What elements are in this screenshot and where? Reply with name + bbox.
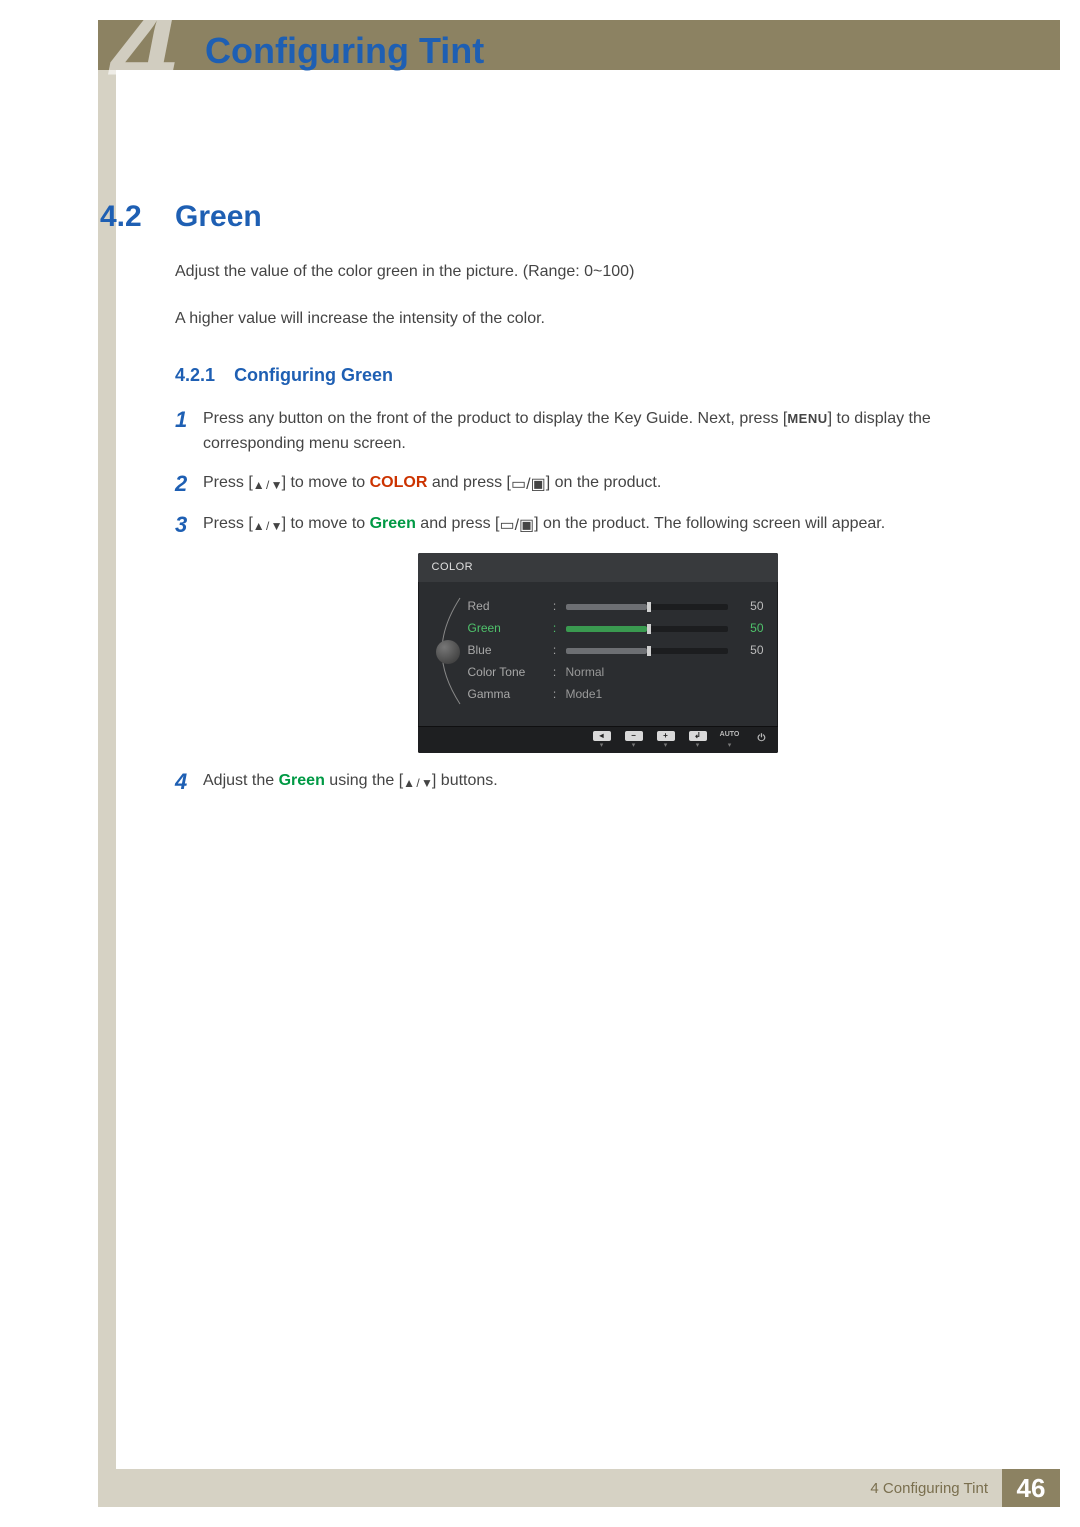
subsection-title: Configuring Green: [234, 365, 393, 385]
osd-plus-icon: +▾: [650, 727, 682, 753]
step-1: 1 Press any button on the front of the p…: [175, 407, 1020, 457]
osd-row-red: Red : 50: [468, 596, 764, 618]
up-down-icon: ▲ / ▼: [403, 774, 432, 793]
osd-row-green: Green : 50: [468, 618, 764, 640]
osd-label: Green: [468, 619, 544, 638]
footer-label: 4 Configuring Tint: [870, 1480, 988, 1497]
section-number: 4.2: [100, 200, 142, 234]
osd-value: 50: [736, 597, 764, 616]
osd-row-blue: Blue : 50: [468, 640, 764, 662]
osd-value: 50: [736, 619, 764, 638]
text: and press [: [416, 515, 500, 532]
step-number: 2: [175, 471, 203, 497]
subsection-number: 4.2.1: [175, 365, 215, 385]
osd-text-value: Mode1: [566, 685, 728, 704]
osd-row-gamma: Gamma : Mode1: [468, 684, 764, 706]
osd-slider: [566, 604, 728, 610]
osd-title: COLOR: [418, 553, 778, 582]
text: Press [: [203, 474, 253, 491]
enter-icon: ▭/▣: [511, 473, 546, 498]
step-text: Adjust the Green using the [▲ / ▼] butto…: [203, 769, 1020, 794]
text: ] on the product.: [546, 474, 662, 491]
subsection-heading: 4.2.1 Configuring Green: [175, 362, 1020, 390]
intro-line-1: Adjust the value of the color green in t…: [175, 260, 1020, 285]
colon: :: [552, 663, 558, 682]
osd-screenshot: COLOR Red : 50 Green: [418, 553, 778, 753]
osd-slider: [566, 648, 728, 654]
chapter-number: 4: [110, 0, 177, 110]
step-4: 4 Adjust the Green using the [▲ / ▼] but…: [175, 769, 1020, 795]
text: Adjust the: [203, 772, 279, 789]
color-keyword: COLOR: [370, 474, 428, 491]
osd-enter-icon: ↲▾: [682, 727, 714, 753]
osd-label: Gamma: [468, 685, 544, 704]
step-number: 1: [175, 407, 203, 433]
intro-line-2: A higher value will increase the intensi…: [175, 307, 1020, 332]
footer-page-number: 46: [1002, 1469, 1060, 1507]
step-number: 3: [175, 512, 203, 538]
text: ] on the product. The following screen w…: [534, 515, 885, 532]
step-text: Press any button on the front of the pro…: [203, 407, 1020, 457]
osd-value: 50: [736, 641, 764, 660]
step-text: Press [▲ / ▼] to move to Green and press…: [203, 512, 1020, 539]
section-title: Green: [175, 200, 262, 234]
palette-icon: [436, 640, 460, 664]
osd-rows: Red : 50 Green : 50 Blue :: [468, 596, 764, 706]
colon: :: [552, 619, 558, 638]
text: ] buttons.: [432, 772, 498, 789]
up-down-icon: ▲ / ▼: [253, 517, 282, 536]
colon: :: [552, 597, 558, 616]
text: Press [: [203, 515, 253, 532]
colon: :: [552, 641, 558, 660]
osd-label: Color Tone: [468, 663, 544, 682]
footer-bar: 4 Configuring Tint 46: [98, 1469, 1060, 1507]
osd-footer: ◂▾ −▾ +▾ ↲▾ AUTO▾ ⏻: [418, 726, 778, 753]
text: ] to move to: [282, 515, 370, 532]
step-number: 4: [175, 769, 203, 795]
step-2: 2 Press [▲ / ▼] to move to COLOR and pre…: [175, 471, 1020, 498]
osd-auto-icon: AUTO▾: [714, 727, 746, 753]
green-keyword: Green: [370, 515, 416, 532]
colon: :: [552, 685, 558, 704]
osd-minus-icon: −▾: [618, 727, 650, 753]
osd-slider: [566, 626, 728, 632]
osd-side-icon: [432, 596, 468, 706]
green-keyword: Green: [279, 772, 325, 789]
left-rail: [98, 70, 116, 1469]
up-down-icon: ▲ / ▼: [253, 476, 282, 495]
osd-back-icon: ◂▾: [586, 727, 618, 753]
menu-button-label: MENU: [787, 411, 827, 426]
osd-text-value: Normal: [566, 663, 728, 682]
osd-power-icon: ⏻: [746, 727, 778, 753]
body-content: Adjust the value of the color green in t…: [175, 260, 1020, 809]
step-text: Press [▲ / ▼] to move to COLOR and press…: [203, 471, 1020, 498]
text: ] to move to: [282, 474, 370, 491]
osd-label: Blue: [468, 641, 544, 660]
text: and press [: [427, 474, 511, 491]
text: using the [: [325, 772, 403, 789]
step-3: 3 Press [▲ / ▼] to move to Green and pre…: [175, 512, 1020, 539]
enter-icon: ▭/▣: [499, 514, 534, 539]
osd-label: Red: [468, 597, 544, 616]
osd-row-colortone: Color Tone : Normal: [468, 662, 764, 684]
chapter-title: Configuring Tint: [205, 30, 484, 72]
text: Press any button on the front of the pro…: [203, 410, 787, 427]
